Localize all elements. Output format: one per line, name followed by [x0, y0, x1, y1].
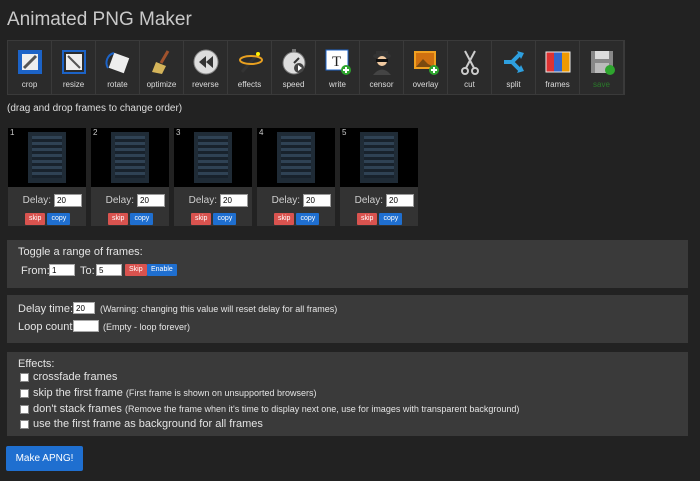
frame-thumbnail[interactable]: 1	[8, 128, 86, 187]
drag-hint: (drag and drop frames to change order)	[7, 103, 183, 114]
timing-panel: Delay time: (Warning: changing this valu…	[7, 295, 688, 343]
make-apng-button[interactable]: Make APNG!	[6, 446, 83, 471]
frame-copy-button[interactable]: copy	[296, 213, 320, 225]
crossfade-checkbox[interactable]	[20, 373, 29, 382]
tool-save[interactable]: save	[580, 41, 624, 94]
image-add-icon	[411, 47, 441, 77]
first-frame-background-checkbox[interactable]	[20, 420, 29, 429]
text-add-icon: T	[323, 47, 353, 77]
svg-text:T: T	[332, 54, 341, 70]
frame-number: 5	[342, 128, 347, 137]
tool-frames[interactable]: frames	[536, 41, 580, 94]
loop-count-label: Loop count:	[18, 321, 76, 333]
frame-number: 4	[259, 128, 264, 137]
frame-copy-button[interactable]: copy	[130, 213, 154, 225]
range-panel: Toggle a range of frames: From: To: Skip…	[7, 240, 688, 288]
frame-card[interactable]: 5 Delay: skip copy	[340, 128, 418, 226]
frame-copy-button[interactable]: copy	[379, 213, 403, 225]
effects-panel: Effects: crossfade frames skip the first…	[7, 352, 688, 436]
frame-skip-button[interactable]: skip	[357, 213, 378, 225]
tool-reverse[interactable]: reverse	[184, 41, 228, 94]
range-enable-button[interactable]: Enable	[147, 264, 177, 276]
range-to-input[interactable]	[96, 264, 122, 276]
delay-label: Delay:	[105, 195, 134, 206]
crossfade-label: crossfade frames	[33, 371, 118, 383]
spy-icon	[367, 47, 397, 77]
delay-warning: (Warning: changing this value will reset…	[100, 304, 338, 314]
loop-note: (Empty - loop forever)	[103, 322, 191, 332]
tool-effects[interactable]: effects	[228, 41, 272, 94]
tool-cut[interactable]: cut	[448, 41, 492, 94]
frame-copy-button[interactable]: copy	[47, 213, 71, 225]
split-arrows-icon	[499, 47, 529, 77]
frame-skip-button[interactable]: skip	[274, 213, 295, 225]
frame-thumbnail[interactable]: 5	[340, 128, 418, 187]
tool-crop[interactable]: crop	[8, 41, 52, 94]
frame-card[interactable]: 3 Delay: skip copy	[174, 128, 252, 226]
tool-speed[interactable]: speed	[272, 41, 316, 94]
scissors-icon	[455, 47, 485, 77]
frame-card[interactable]: 1 Delay: skip copy	[8, 128, 86, 226]
floppy-disk-icon	[587, 47, 617, 77]
range-from-label: From:	[21, 265, 50, 277]
rewind-icon	[191, 47, 221, 77]
delay-label: Delay:	[271, 195, 300, 206]
tool-rotate[interactable]: rotate	[96, 41, 140, 94]
frames-list: 1 Delay: skip copy 2 Delay: skip copy 3	[8, 128, 418, 226]
loop-count-input[interactable]	[73, 320, 99, 332]
frame-delay-input[interactable]	[54, 194, 82, 207]
skip-first-frame-checkbox[interactable]	[20, 389, 29, 398]
crop-icon	[15, 47, 45, 77]
range-from-input[interactable]	[49, 264, 75, 276]
dont-stack-label: don't stack frames (Remove the frame whe…	[33, 403, 520, 415]
frames-icon	[543, 47, 573, 77]
tool-censor[interactable]: censor	[360, 41, 404, 94]
range-title: Toggle a range of frames:	[18, 246, 143, 258]
tool-write[interactable]: T write	[316, 41, 360, 94]
range-skip-button[interactable]: Skip	[125, 264, 147, 276]
magic-wand-icon	[235, 47, 265, 77]
toolbar: crop resize rotate optimize reverse effe…	[7, 40, 625, 95]
frame-thumbnail[interactable]: 2	[91, 128, 169, 187]
frame-delay-input[interactable]	[386, 194, 414, 207]
tool-resize[interactable]: resize	[52, 41, 96, 94]
first-frame-background-label: use the first frame as background for al…	[33, 418, 263, 430]
frame-skip-button[interactable]: skip	[108, 213, 129, 225]
global-delay-input[interactable]	[73, 302, 95, 314]
delay-time-label: Delay time:	[18, 303, 74, 315]
delay-label: Delay:	[22, 195, 51, 206]
delay-label: Delay:	[188, 195, 217, 206]
stopwatch-icon	[279, 47, 309, 77]
frame-skip-button[interactable]: skip	[191, 213, 212, 225]
frame-card[interactable]: 4 Delay: skip copy	[257, 128, 335, 226]
frame-delay-input[interactable]	[220, 194, 248, 207]
tool-split[interactable]: split	[492, 41, 536, 94]
broom-icon	[147, 47, 177, 77]
tool-overlay[interactable]: overlay	[404, 41, 448, 94]
frame-number: 2	[93, 128, 98, 137]
app-title: Animated PNG Maker	[7, 9, 192, 30]
tool-optimize[interactable]: optimize	[140, 41, 184, 94]
range-to-label: To:	[80, 265, 95, 277]
frame-skip-button[interactable]: skip	[25, 213, 46, 225]
delay-label: Delay:	[354, 195, 383, 206]
skip-first-frame-label: skip the first frame (First frame is sho…	[33, 387, 317, 399]
frame-delay-input[interactable]	[137, 194, 165, 207]
frame-thumbnail[interactable]: 3	[174, 128, 252, 187]
effects-title: Effects:	[18, 358, 55, 370]
resize-icon	[59, 47, 89, 77]
rotate-icon	[103, 47, 133, 77]
frame-copy-button[interactable]: copy	[213, 213, 237, 225]
frame-number: 1	[10, 128, 15, 137]
frame-number: 3	[176, 128, 181, 137]
dont-stack-checkbox[interactable]	[20, 405, 29, 414]
frame-delay-input[interactable]	[303, 194, 331, 207]
frame-card[interactable]: 2 Delay: skip copy	[91, 128, 169, 226]
frame-thumbnail[interactable]: 4	[257, 128, 335, 187]
